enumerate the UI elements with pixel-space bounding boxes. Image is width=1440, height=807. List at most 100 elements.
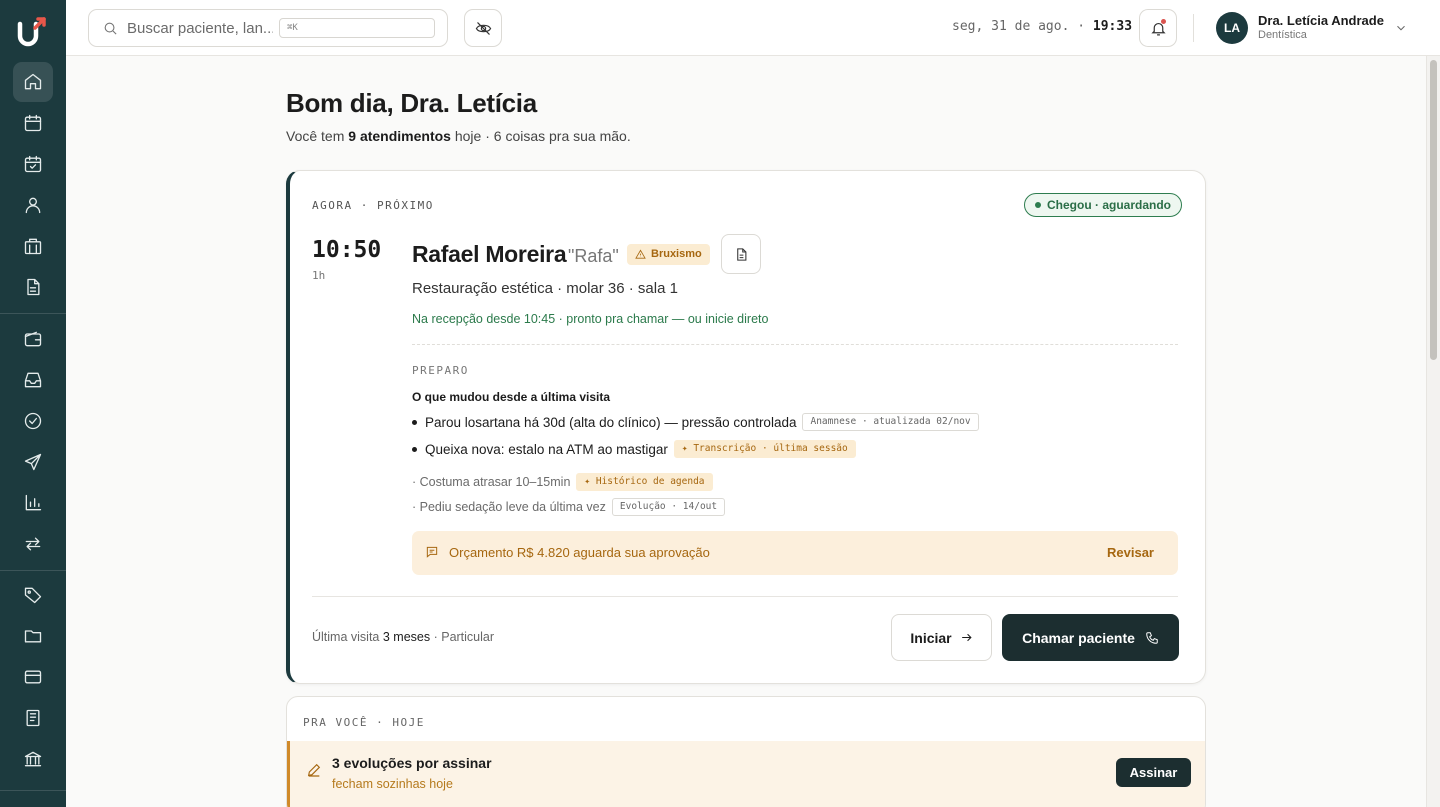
arrow-right-icon bbox=[961, 633, 972, 642]
page-subtitle: Você tem 9 atendimentos hoje · 6 coisas … bbox=[286, 128, 631, 144]
appointments-count: 9 atendimentos bbox=[348, 128, 451, 144]
last-visit-value: 3 meses bbox=[382, 630, 431, 644]
sidebar-divider bbox=[0, 570, 66, 571]
top-header: ⌘K seg, 31 de ago. · 19:33 LA Dra. Letíc… bbox=[66, 0, 1440, 56]
search-input[interactable] bbox=[127, 19, 273, 37]
appointment-duration: 1h bbox=[312, 269, 326, 282]
search-shortcut-hint: ⌘K bbox=[279, 18, 435, 38]
note-item: · Pediu sedação leve da última vez Evolu… bbox=[412, 498, 726, 516]
review-budget-link[interactable]: Revisar bbox=[1107, 545, 1154, 560]
app-logo-icon[interactable] bbox=[16, 16, 50, 48]
warning-icon bbox=[635, 249, 646, 259]
scrollbar[interactable] bbox=[1426, 56, 1440, 807]
chevron-down-icon[interactable] bbox=[1394, 21, 1408, 35]
budget-alert: Orçamento R$ 4.820 aguarda sua aprovação… bbox=[412, 531, 1178, 575]
patient-nickname: "Rafa" bbox=[568, 246, 619, 266]
user-role: Dentística bbox=[1258, 29, 1307, 41]
home-icon bbox=[24, 73, 42, 90]
alert-tag-label: Bruxismo bbox=[651, 248, 702, 260]
notifications-button[interactable] bbox=[1139, 9, 1177, 47]
sidebar-item-bank[interactable] bbox=[13, 739, 53, 779]
sidebar-item-payments[interactable] bbox=[13, 657, 53, 697]
bar-chart-icon bbox=[25, 494, 42, 511]
next-kicker: AGORA · PRÓXIMO bbox=[312, 199, 434, 212]
change-item: Parou losartana há 30d (alta do clínico)… bbox=[412, 413, 979, 431]
patient-record-button[interactable] bbox=[721, 234, 761, 274]
folder-icon bbox=[24, 630, 42, 643]
subtitle-suffix: hoje · 6 coisas pra sua mão. bbox=[454, 128, 631, 144]
sidebar-item-billing[interactable] bbox=[13, 698, 53, 738]
sidebar-item-home[interactable] bbox=[13, 62, 53, 102]
note-text: · Costuma atrasar 10–15min bbox=[412, 475, 571, 489]
page-title: Bom dia, Dra. Letícia bbox=[286, 88, 537, 118]
call-button-label: Chamar paciente bbox=[1022, 629, 1135, 646]
scrollbar-thumb[interactable] bbox=[1430, 60, 1437, 360]
sidebar-item-messages[interactable] bbox=[13, 442, 53, 482]
document-icon bbox=[27, 278, 40, 296]
appointment-time: 10:50 bbox=[312, 237, 382, 263]
calendar-icon bbox=[24, 114, 42, 132]
payment-type: · Particular bbox=[433, 630, 495, 644]
message-icon bbox=[426, 546, 438, 558]
search-box[interactable]: ⌘K bbox=[88, 9, 448, 47]
alert-tag: Bruxismo bbox=[627, 244, 710, 265]
next-appointment-card: AGORA · PRÓXIMO Chegou · aguardando 10:5… bbox=[286, 170, 1206, 684]
bank-icon bbox=[24, 751, 42, 767]
document-icon bbox=[736, 247, 746, 261]
status-badge: Chegou · aguardando bbox=[1024, 193, 1182, 217]
hide-sensitive-button[interactable] bbox=[464, 9, 502, 47]
search-icon bbox=[104, 22, 117, 35]
pen-icon bbox=[307, 763, 321, 777]
source-chip[interactable]: Anamnese · atualizada 02/nov bbox=[802, 413, 979, 431]
sidebar-item-wallet[interactable] bbox=[13, 319, 53, 359]
notification-dot bbox=[1161, 19, 1166, 24]
note-text: · Pediu sedação leve da última vez bbox=[412, 500, 606, 514]
user-name[interactable]: Dra. Letícia Andrade bbox=[1258, 13, 1384, 28]
current-time: 19:33 bbox=[1092, 19, 1133, 34]
for-you-kicker: PRA VOCÊ · HOJE bbox=[303, 716, 425, 729]
change-text: Queixa nova: estalo na ATM ao mastigar bbox=[425, 441, 668, 457]
current-date: seg, 31 de ago. · bbox=[952, 19, 1086, 34]
sidebar-item-reports[interactable] bbox=[13, 483, 53, 523]
wallet-icon bbox=[24, 331, 42, 347]
footer-divider bbox=[312, 596, 1178, 597]
sidebar-item-documents[interactable] bbox=[13, 267, 53, 307]
sidebar-item-appointments[interactable] bbox=[13, 144, 53, 184]
sidebar-item-tasks[interactable] bbox=[13, 401, 53, 441]
sidebar-item-transfers[interactable] bbox=[13, 524, 53, 564]
sidebar-item-calendar[interactable] bbox=[13, 103, 53, 143]
task-subtitle: fecham sozinhas hoje bbox=[332, 777, 453, 791]
source-chip[interactable]: Evolução · 14/out bbox=[611, 498, 726, 516]
sidebar-item-prices[interactable] bbox=[13, 575, 53, 615]
task-row[interactable]: 3 evoluções por assinar fecham sozinhas … bbox=[287, 741, 1205, 807]
start-button[interactable]: Iniciar bbox=[891, 614, 992, 661]
sidebar-item-patients[interactable] bbox=[13, 185, 53, 225]
start-button-label: Iniciar bbox=[910, 629, 952, 646]
sidebar-item-files[interactable] bbox=[13, 616, 53, 656]
note-item: · Costuma atrasar 10–15min ✦ Histórico d… bbox=[412, 473, 713, 491]
source-chip[interactable]: ✦ Transcrição · última sessão bbox=[673, 440, 856, 458]
check-circle-icon bbox=[24, 412, 42, 430]
sidebar-item-clinic[interactable] bbox=[13, 226, 53, 266]
procedure-info: Restauração estética · molar 36 · sala 1 bbox=[412, 280, 678, 297]
prep-kicker: PREPARO bbox=[412, 364, 469, 377]
task-title: 3 evoluções por assinar bbox=[332, 755, 492, 771]
source-chip[interactable]: ✦ Histórico de agenda bbox=[576, 473, 713, 491]
last-visit-info: Última visita 3 meses · Particular bbox=[312, 630, 494, 644]
user-icon bbox=[25, 197, 41, 214]
patient-name[interactable]: Rafael Moreira bbox=[412, 241, 567, 268]
tag-icon bbox=[24, 587, 42, 604]
avatar[interactable]: LA bbox=[1216, 12, 1248, 44]
building-icon bbox=[24, 238, 42, 255]
call-patient-button[interactable]: Chamar paciente bbox=[1002, 614, 1179, 661]
sign-button[interactable]: Assinar bbox=[1116, 758, 1191, 787]
calendar-check-icon bbox=[24, 155, 42, 173]
sidebar bbox=[0, 0, 66, 807]
sidebar-divider bbox=[0, 313, 66, 314]
sidebar-item-inbox[interactable] bbox=[13, 360, 53, 400]
phone-icon bbox=[1146, 631, 1158, 644]
last-visit-label: Última visita bbox=[312, 630, 380, 644]
section-divider bbox=[412, 344, 1178, 345]
inbox-icon bbox=[24, 372, 42, 388]
sidebar-divider bbox=[0, 790, 66, 791]
